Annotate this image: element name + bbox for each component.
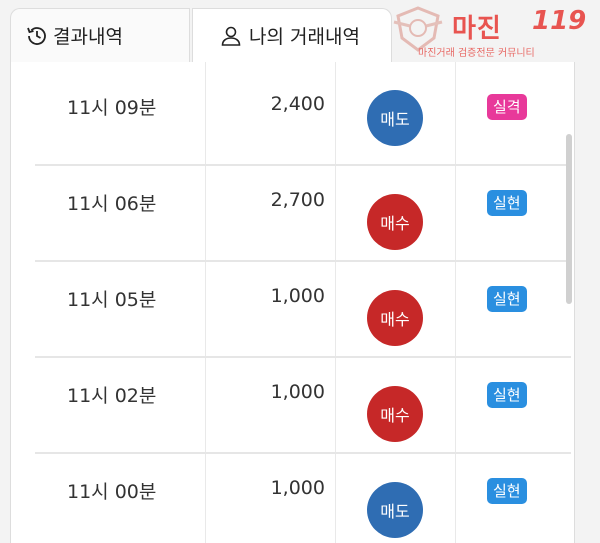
trade-amount: 1,000 xyxy=(270,381,325,403)
trade-time: 11시 00분 xyxy=(67,481,157,503)
time-cell: 11시 06분 xyxy=(35,166,206,260)
trade-time: 11시 06분 xyxy=(67,193,157,215)
buy-badge: 매수 xyxy=(367,386,423,442)
buy-badge: 매수 xyxy=(367,194,423,250)
scrollbar-thumb[interactable] xyxy=(566,134,572,304)
amount-cell: 1,000 xyxy=(205,454,336,543)
user-icon xyxy=(219,24,243,48)
result-cell: 실현 xyxy=(455,454,571,543)
amount-cell: 1,000 xyxy=(205,358,336,452)
watermark-subtitle: 마진거래 검증전문 커뮤니티 xyxy=(418,48,535,59)
buy-badge: 매수 xyxy=(367,290,423,346)
trade-table: 11시 09분 2,400 매도 실격 11시 06분 2,700 매수 실현 … xyxy=(35,62,571,543)
time-cell: 11시 00분 xyxy=(35,454,206,543)
time-cell: 11시 02분 xyxy=(35,358,206,452)
amount-cell: 2,400 xyxy=(205,62,336,164)
table-row: 11시 09분 2,400 매도 실격 xyxy=(35,62,571,166)
watermark-number: 119 xyxy=(532,6,587,36)
table-row: 11시 00분 1,000 매도 실현 xyxy=(35,454,571,543)
result-badge: 실현 xyxy=(487,478,527,504)
table-row: 11시 05분 1,000 매수 실현 xyxy=(35,262,571,358)
sell-badge: 매도 xyxy=(367,482,423,538)
sell-badge: 매도 xyxy=(367,90,423,146)
trade-time: 11시 05분 xyxy=(67,289,157,311)
side-cell: 매도 xyxy=(335,62,456,164)
trade-history-panel: 11시 09분 2,400 매도 실격 11시 06분 2,700 매수 실현 … xyxy=(10,62,575,543)
tab-results[interactable]: 결과내역 xyxy=(10,8,190,62)
side-cell: 매도 xyxy=(335,454,456,543)
result-badge: 실현 xyxy=(487,382,527,408)
tab-results-label: 결과내역 xyxy=(53,26,123,48)
trade-amount: 1,000 xyxy=(270,477,325,499)
result-cell: 실격 xyxy=(455,62,571,164)
tab-my-trades[interactable]: 나의 거래내역 xyxy=(192,8,392,62)
trade-amount: 2,400 xyxy=(270,93,325,115)
amount-cell: 1,000 xyxy=(205,262,336,356)
trade-time: 11시 09분 xyxy=(67,97,157,119)
result-badge: 실격 xyxy=(487,94,527,120)
watermark-logo: 마진 119 마진거래 검증전문 커뮤니티 xyxy=(392,4,600,62)
history-icon xyxy=(25,24,49,48)
trade-amount: 1,000 xyxy=(270,285,325,307)
table-row: 11시 06분 2,700 매수 실현 xyxy=(35,166,571,262)
trade-time: 11시 02분 xyxy=(67,385,157,407)
table-row: 11시 02분 1,000 매수 실현 xyxy=(35,358,571,454)
result-badge: 실현 xyxy=(487,286,527,312)
result-cell: 실현 xyxy=(455,166,571,260)
result-badge: 실현 xyxy=(487,190,527,216)
result-cell: 실현 xyxy=(455,262,571,356)
amount-cell: 2,700 xyxy=(205,166,336,260)
trade-amount: 2,700 xyxy=(270,189,325,211)
side-cell: 매수 xyxy=(335,166,456,260)
result-cell: 실현 xyxy=(455,358,571,452)
side-cell: 매수 xyxy=(335,358,456,452)
watermark-main: 마진 xyxy=(452,14,502,44)
vertical-scrollbar[interactable] xyxy=(563,62,575,543)
side-cell: 매수 xyxy=(335,262,456,356)
tab-my-trades-label: 나의 거래내역 xyxy=(249,26,360,48)
time-cell: 11시 05분 xyxy=(35,262,206,356)
time-cell: 11시 09분 xyxy=(35,62,206,164)
